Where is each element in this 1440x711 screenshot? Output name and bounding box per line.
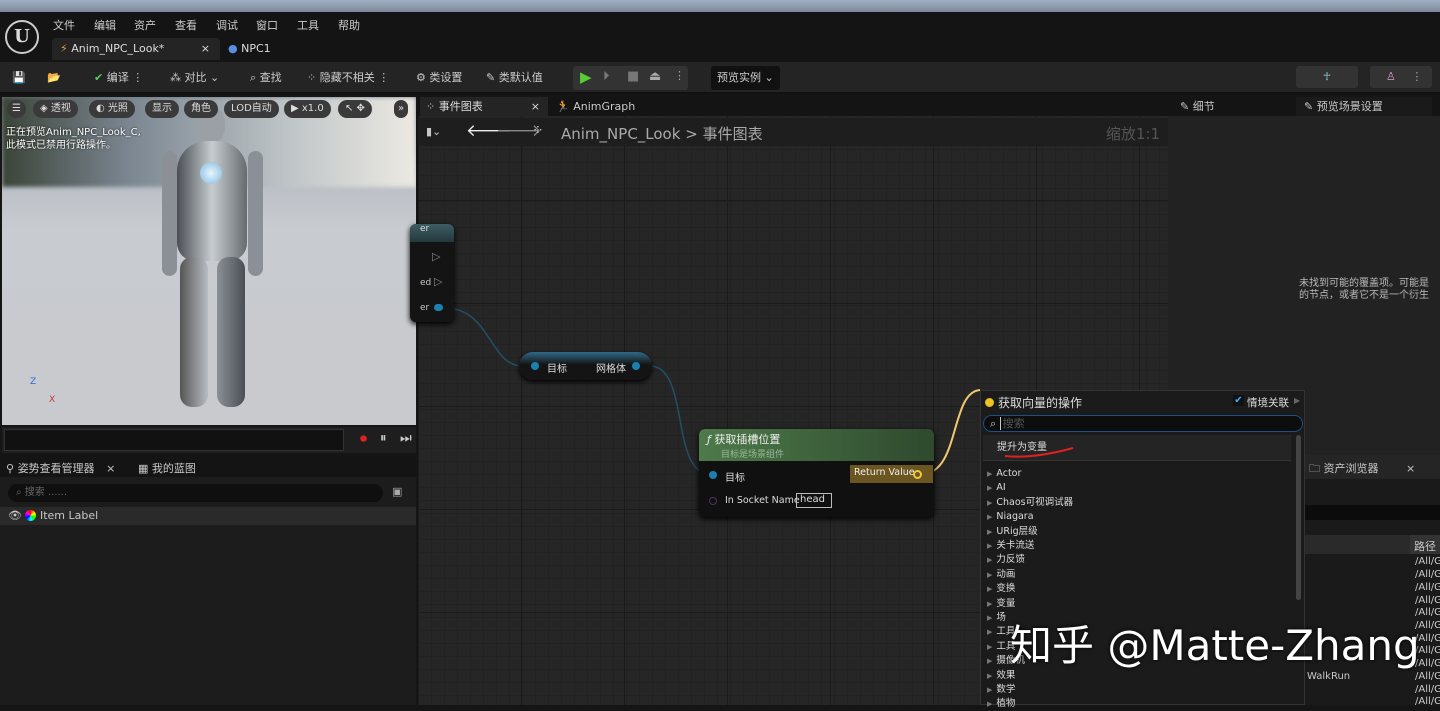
close-icon[interactable]: × bbox=[1406, 462, 1415, 475]
tab-preview-scene-settings[interactable]: ✎ 预览场景设置 bbox=[1296, 97, 1432, 116]
get-socket-location-node[interactable]: ƒ 获取插槽位置 目标是场景组件 目标 Return Value In Sock… bbox=[699, 429, 934, 517]
context-sensitive-label: 情境关联 bbox=[1247, 395, 1289, 410]
asset-path: /All/G bbox=[1415, 556, 1440, 567]
folder-icon: 🗀 bbox=[1309, 462, 1320, 475]
node-subtitle: 目标是场景组件 bbox=[707, 447, 926, 460]
tab-label: 事件图表 bbox=[439, 100, 483, 113]
asset-path: /All/G bbox=[1415, 582, 1440, 593]
vector-type-icon bbox=[985, 398, 994, 407]
pin-label: ed bbox=[420, 278, 431, 288]
breadcrumb-root[interactable]: Anim_NPC_Look bbox=[561, 125, 680, 143]
category-item[interactable]: URig层级 bbox=[987, 525, 1038, 539]
breadcrumb-leaf[interactable]: 事件图表 bbox=[703, 125, 763, 143]
target-pin[interactable] bbox=[709, 471, 717, 479]
exec-pin-icon[interactable]: ▷ bbox=[434, 275, 442, 288]
category-item[interactable]: AI bbox=[987, 481, 1006, 495]
graph-icon: ⁘ bbox=[532, 123, 544, 139]
category-item[interactable]: 力反馈 bbox=[987, 553, 1025, 567]
column-path[interactable]: 路径 bbox=[1410, 535, 1440, 554]
pin-label: 目标 bbox=[547, 360, 567, 375]
category-item[interactable]: 动画 bbox=[987, 568, 1015, 582]
object-pin[interactable] bbox=[434, 304, 443, 311]
pin-label: In Socket Name bbox=[725, 495, 800, 506]
search-icon: ⌕ bbox=[990, 417, 996, 430]
function-icon: ƒ bbox=[707, 433, 711, 446]
asset-path: /All/G bbox=[1415, 595, 1440, 606]
pin-label: 网格体 bbox=[596, 360, 626, 375]
category-item[interactable]: 数学 bbox=[987, 683, 1015, 697]
close-icon[interactable]: × bbox=[531, 97, 540, 116]
running-icon: 🏃 bbox=[556, 100, 570, 113]
search-input[interactable]: ⌕ 搜索 bbox=[983, 415, 1303, 432]
name-pin[interactable] bbox=[709, 497, 717, 505]
tab-details[interactable]: ✎ 细节 bbox=[1170, 97, 1295, 116]
asset-path: /All/G bbox=[1415, 569, 1440, 580]
tab-label: AnimGraph bbox=[573, 100, 635, 113]
category-item[interactable]: Chaos可视调试器 bbox=[987, 496, 1073, 510]
mesh-pin[interactable] bbox=[632, 362, 640, 370]
tab-animgraph[interactable]: 🏃 AnimGraph bbox=[556, 100, 635, 113]
breadcrumb-bar: ▮⌄ 🡐 🡒 ⁘ Anim_NPC_Look > 事件图表 缩放1:1 bbox=[418, 118, 1168, 146]
breadcrumb-separator: > bbox=[685, 125, 698, 143]
tab-label: 预览场景设置 bbox=[1317, 100, 1383, 113]
category-item[interactable]: 关卡流送 bbox=[987, 539, 1034, 553]
get-mesh-node[interactable]: 目标 网格体 bbox=[519, 352, 652, 380]
category-item[interactable]: 植物 bbox=[987, 697, 1015, 711]
context-sensitive-checkbox[interactable]: ✔ bbox=[1233, 395, 1244, 406]
node-title: er bbox=[410, 224, 454, 242]
asset-path: /All/G bbox=[1415, 684, 1440, 695]
zoom-level: 缩放1:1 bbox=[1106, 123, 1160, 144]
target-pin[interactable] bbox=[531, 362, 539, 370]
vector-pin[interactable] bbox=[913, 470, 922, 479]
chevron-right-icon: ▶ bbox=[1294, 396, 1300, 405]
socket-name-input[interactable]: head bbox=[796, 493, 832, 508]
category-item[interactable]: Actor bbox=[987, 467, 1021, 481]
search-placeholder: 搜索 bbox=[1000, 417, 1025, 430]
node-header: ƒ 获取插槽位置 目标是场景组件 bbox=[699, 429, 934, 461]
scrollbar[interactable] bbox=[1296, 435, 1301, 600]
event-node[interactable]: er ▷ ed ▷ er bbox=[410, 224, 454, 322]
tab-label: 细节 bbox=[1193, 100, 1215, 113]
tab-label: 资产浏览器 bbox=[1324, 462, 1379, 475]
breadcrumb: Anim_NPC_Look > 事件图表 bbox=[561, 123, 763, 144]
watermark: 知乎 @Matte-Zhang bbox=[1010, 612, 1420, 673]
category-item[interactable]: 变量 bbox=[987, 597, 1015, 611]
wire bbox=[445, 308, 522, 366]
tab-event-graph[interactable]: ⁘ 事件图表× bbox=[420, 97, 548, 116]
pin-label: 目标 bbox=[725, 469, 745, 484]
bookmark-icon[interactable]: ▮⌄ bbox=[426, 125, 441, 138]
menu-title: 获取向量的操作 bbox=[998, 394, 1082, 411]
category-item[interactable]: Niagara bbox=[987, 510, 1034, 524]
red-underline-annotation bbox=[1003, 445, 1083, 459]
category-item[interactable]: 场 bbox=[987, 611, 1006, 625]
pin-label: Return Value bbox=[854, 467, 915, 478]
node-title: 获取插槽位置 bbox=[714, 433, 780, 446]
asset-path: /All/G bbox=[1415, 696, 1440, 707]
category-item[interactable]: 变换 bbox=[987, 582, 1015, 596]
exec-pin-icon[interactable]: ▷ bbox=[432, 250, 440, 263]
promote-to-variable-item[interactable]: 提升为变量 bbox=[983, 435, 1291, 461]
tab-asset-browser[interactable]: 🗀 资产浏览器 × bbox=[1305, 455, 1440, 479]
details-message-2: 的节点，或者它不是一个衍生 bbox=[1299, 286, 1429, 301]
pin-label: er bbox=[420, 303, 429, 313]
